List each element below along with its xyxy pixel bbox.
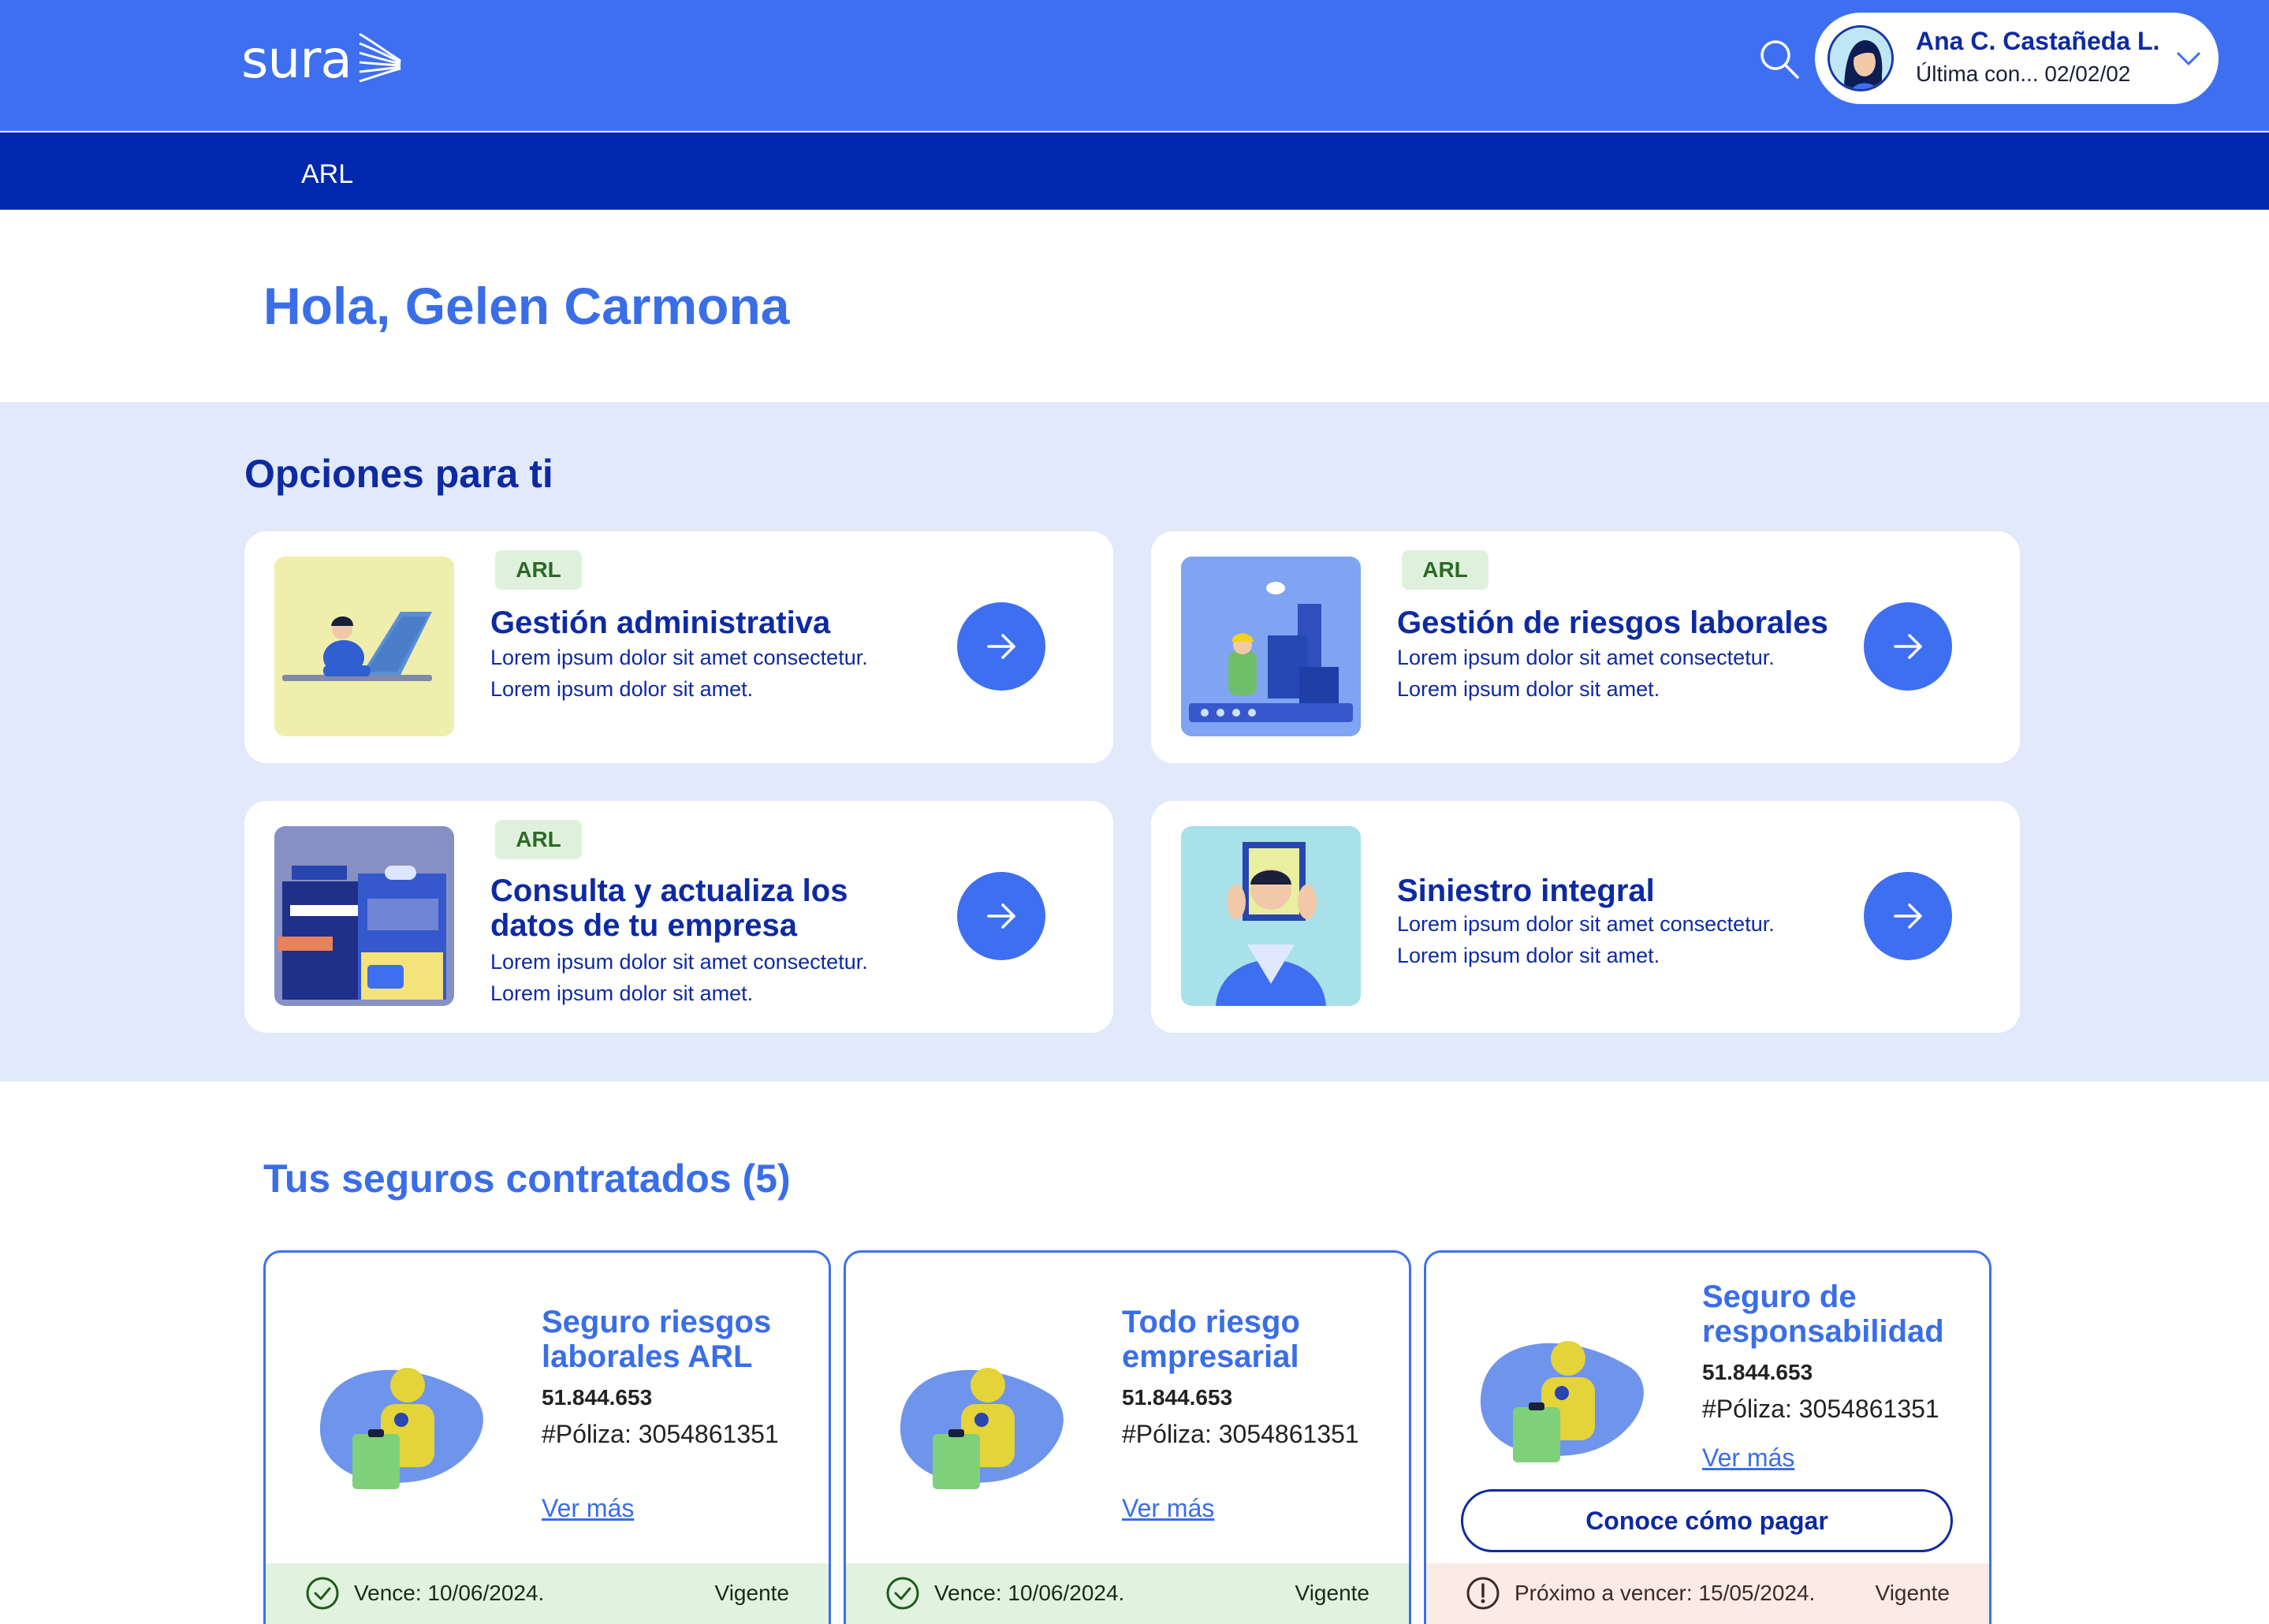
chevron-down-icon[interactable] [2171, 41, 2206, 76]
arrow-right-button[interactable] [1864, 602, 1952, 691]
arrow-right-button[interactable] [957, 872, 1045, 960]
logo-wings-icon [359, 32, 401, 83]
sura-logo[interactable]: sura [241, 24, 404, 95]
arl-badge: ARL [495, 550, 582, 590]
option-desc-line: Lorem ipsum dolor sit amet. [1397, 944, 1660, 967]
insurance-title: Tus seguros contratados (5) [263, 1157, 791, 1201]
option-title: Gestión de riesgos laborales [1397, 605, 1828, 640]
greeting-title: Hola, Gelen Carmona [263, 277, 790, 335]
insurance-card[interactable]: Todo riesgo empresarial 51.844.653 #Póli… [844, 1250, 1411, 1624]
option-desc-line: Lorem ipsum dolor sit amet. [490, 677, 754, 701]
ver-mas-link[interactable]: Ver más [1122, 1494, 1214, 1523]
option-desc-line: Lorem ipsum dolor sit amet. [490, 981, 754, 1005]
option-title: Siniestro integral [1397, 873, 1655, 908]
last-connection: Última con... 02/02/02 [1916, 61, 2131, 86]
option-card-datos-empresa[interactable]: ARL Consulta y actualiza los datos de tu… [244, 801, 1113, 1033]
insurance-name: Seguro riesgos laborales ARL [542, 1305, 772, 1374]
insurance-card[interactable]: Seguro de responsabilidad 51.844.653 #Pó… [1424, 1250, 1991, 1624]
status-label: Vigente [1295, 1581, 1369, 1605]
insurance-number: 51.844.653 [1702, 1360, 1813, 1384]
option-title: Consulta y actualiza los datos de tu emp… [490, 873, 848, 943]
option-card-riesgos-laborales[interactable]: ARL Gestión de riesgos laborales Lorem i… [1151, 531, 2020, 763]
check-circle-icon [306, 1577, 339, 1610]
logo-text: sura [241, 28, 352, 90]
option-card-siniestro-integral[interactable]: Siniestro integral Lorem ipsum dolor sit… [1151, 801, 2020, 1033]
insurance-number: 51.844.653 [1122, 1385, 1233, 1410]
main-nav: ARL [0, 132, 2269, 210]
due-date: Próximo a vencer: 15/05/2024. [1515, 1581, 1816, 1605]
arl-badge: ARL [495, 820, 582, 859]
user-menu[interactable]: Ana C. Castañeda L. Última con... 02/02/… [1815, 13, 2219, 104]
insurance-illustration [319, 1368, 483, 1489]
arrow-right-icon [1894, 903, 1922, 929]
option-desc-line: Lorem ipsum dolor sit amet consectetur. [1397, 646, 1775, 669]
arrow-right-button[interactable] [957, 602, 1045, 691]
options-title: Opciones para ti [244, 452, 553, 496]
status-label: Vigente [1875, 1581, 1950, 1605]
status-label: Vigente [714, 1581, 789, 1605]
option-description: Lorem ipsum dolor sit amet consectetur. … [1397, 908, 1839, 971]
insurance-number: 51.844.653 [542, 1385, 653, 1410]
option-illustration [274, 557, 454, 736]
insurance-status-bar: Vence: 10/06/2024. Vigente [266, 1563, 829, 1624]
insurance-name: Seguro de responsabilidad [1702, 1279, 1944, 1349]
ver-mas-link[interactable]: Ver más [542, 1494, 634, 1523]
insurance-illustration [900, 1368, 1064, 1489]
option-desc-line: Lorem ipsum dolor sit amet consectetur. [490, 646, 868, 669]
insurance-policy: #Póliza: 3054861351 [1702, 1395, 1939, 1423]
due-date: Vence: 10/06/2024. [934, 1581, 1125, 1605]
user-name: Ana C. Castañeda L. [1916, 27, 2160, 55]
arrow-right-icon [987, 903, 1015, 929]
arl-badge: ARL [1402, 550, 1488, 590]
option-description: Lorem ipsum dolor sit amet consectetur. … [490, 642, 932, 705]
option-title: Gestión administrativa [490, 605, 831, 640]
insurance-card[interactable]: Seguro riesgos laborales ARL 51.844.653 … [263, 1250, 831, 1624]
option-desc-line: Lorem ipsum dolor sit amet consectetur. [1397, 912, 1775, 936]
arrow-right-icon [1894, 634, 1922, 659]
arrow-right-button[interactable] [1864, 872, 1952, 960]
insurance-illustration [1480, 1341, 1644, 1462]
option-desc-line: Lorem ipsum dolor sit amet consectetur. [490, 950, 868, 974]
insurance-name: Todo riesgo empresarial [1122, 1305, 1300, 1374]
option-desc-line: Lorem ipsum dolor sit amet. [1397, 677, 1660, 701]
check-circle-icon [886, 1577, 919, 1610]
alert-circle-icon [1466, 1577, 1500, 1610]
avatar [1827, 25, 1894, 91]
option-card-gestion-administrativa[interactable]: ARL Gestión administrativa Lorem ipsum d… [244, 531, 1113, 763]
option-description: Lorem ipsum dolor sit amet consectetur. … [490, 946, 932, 1009]
insurance-policy: #Póliza: 3054861351 [1122, 1420, 1359, 1448]
ver-mas-link[interactable]: Ver más [1702, 1443, 1794, 1473]
option-description: Lorem ipsum dolor sit amet consectetur. … [1397, 642, 1839, 705]
pay-info-button[interactable]: Conoce cómo pagar [1461, 1489, 1953, 1552]
insurance-status-bar: Vence: 10/06/2024. Vigente [846, 1563, 1409, 1624]
option-illustration [1181, 557, 1361, 736]
insurance-policy: #Póliza: 3054861351 [542, 1420, 779, 1448]
arrow-right-icon [987, 634, 1015, 659]
nav-item-arl[interactable]: ARL [301, 159, 353, 190]
due-date: Vence: 10/06/2024. [354, 1581, 545, 1605]
top-header: sura Ana C. Castañeda L. Última con... 0… [0, 0, 2269, 131]
option-illustration [1181, 826, 1361, 1006]
insurance-status-bar: Próximo a vencer: 15/05/2024. Vigente [1426, 1563, 1989, 1624]
search-icon[interactable] [1755, 35, 1805, 85]
option-illustration [274, 826, 454, 1006]
